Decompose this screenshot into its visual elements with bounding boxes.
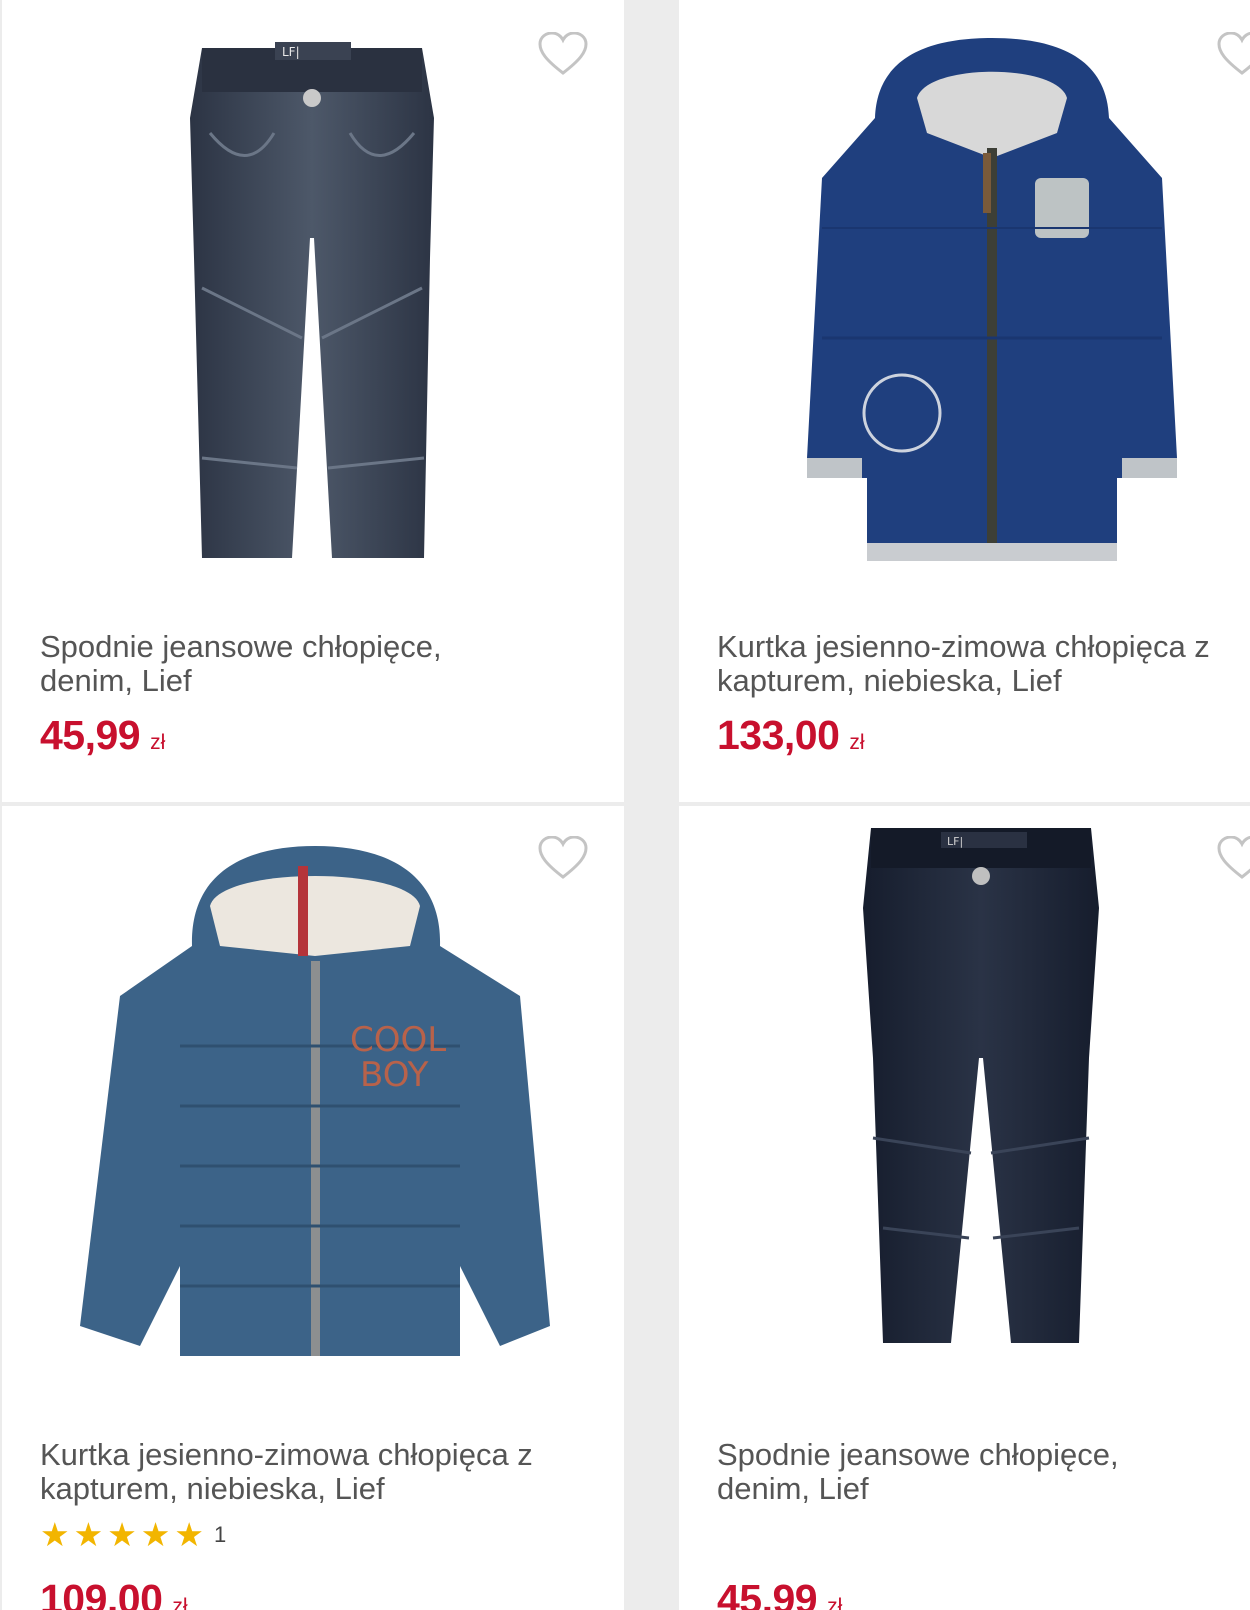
product-title[interactable]: Spodnie jeansowe chłopięce, denim, Lief [40,630,510,698]
price-currency: zł [150,731,166,754]
price-currency: zł [827,1595,843,1610]
svg-text:BOY: BOY [360,1055,429,1095]
product-card[interactable]: Kurtka jesienno-zimowa chłopięca z kaptu… [679,0,1250,802]
svg-text:COOL: COOL [350,1020,446,1060]
product-image[interactable] [807,38,1177,583]
product-title[interactable]: Kurtka jesienno-zimowa chłopięca z kaptu… [40,1438,580,1506]
star-icon: ★ [40,1516,70,1553]
star-icon: ★ [174,1516,204,1553]
product-card[interactable]: COOL BOY Kurtka jesienno-zimowa chłopięc… [2,806,624,1610]
svg-text:LF|: LF| [282,45,300,59]
svg-text:LF|: LF| [947,835,963,848]
price-amount: 45,99 [717,1576,818,1610]
product-price: 133,00 zł [717,712,865,759]
rating-count: 1 [213,1521,227,1547]
product-price: 45,99 zł [40,712,165,759]
product-image[interactable]: LF| [162,38,462,583]
heart-outline-icon[interactable] [1217,32,1250,76]
price-amount: 133,00 [717,712,840,758]
product-image[interactable]: LF| [861,828,1101,1353]
product-image[interactable]: COOL BOY [80,846,550,1371]
price-amount: 45,99 [40,712,141,758]
star-icon: ★ [73,1516,104,1553]
price-amount: 109,00 [40,1576,163,1610]
star-icon: ★ [140,1516,171,1553]
product-title[interactable]: Spodnie jeansowe chłopięce, denim, Lief [717,1438,1187,1506]
price-currency: zł [172,1595,188,1610]
product-price: 45,99 zł [717,1576,842,1610]
star-icon: ★ [107,1516,137,1553]
rating-stars: ★ ★ ★ ★ ★ 1 [40,1518,226,1551]
heart-outline-icon[interactable] [538,32,588,76]
product-card[interactable]: LF| Spodnie jeansowe chłopięce, denim, L… [2,0,624,802]
product-card[interactable]: LF| Spodnie jeansowe chłopięce, denim, L… [679,806,1250,1610]
product-price: 109,00 zł [40,1576,188,1610]
price-currency: zł [849,731,865,754]
product-title[interactable]: Kurtka jesienno-zimowa chłopięca z kaptu… [717,630,1250,698]
heart-outline-icon[interactable] [1217,836,1250,880]
